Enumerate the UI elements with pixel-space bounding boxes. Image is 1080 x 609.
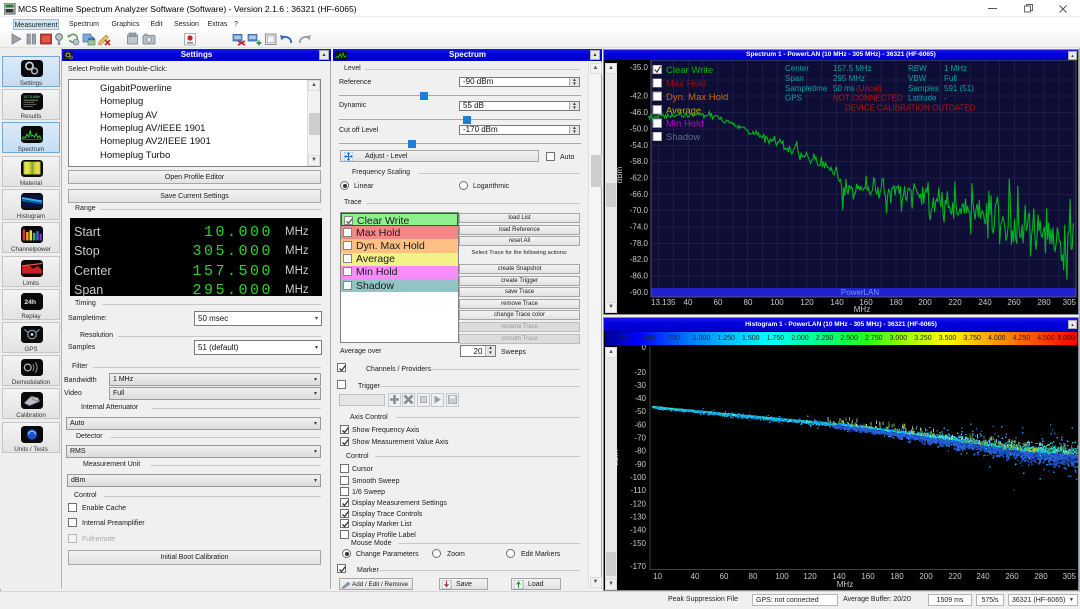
svg-text:Average: Average: [666, 105, 701, 116]
svg-text:-54.0: -54.0: [630, 141, 649, 150]
svg-text:40: 40: [691, 572, 700, 581]
svg-text:-90.0: -90.0: [630, 288, 649, 297]
svg-text:PowerLAN: PowerLAN: [841, 288, 879, 297]
svg-text:-46.0: -46.0: [630, 108, 649, 117]
svg-text:Center: Center: [785, 64, 809, 73]
svg-text:220: 220: [948, 298, 962, 307]
svg-text:260: 260: [1005, 572, 1019, 581]
svg-text:-170: -170: [630, 562, 647, 571]
svg-text:220: 220: [948, 572, 962, 581]
svg-text:200: 200: [918, 298, 932, 307]
svg-text:-70: -70: [634, 434, 646, 443]
svg-text:Shadow: Shadow: [666, 132, 700, 143]
svg-text:Full: Full: [944, 74, 957, 83]
svg-text:-140: -140: [630, 526, 647, 535]
svg-text:-74.0: -74.0: [630, 223, 649, 232]
svg-text:-70.0: -70.0: [630, 206, 649, 215]
svg-text:157.5 MHz: 157.5 MHz: [24, 95, 41, 99]
svg-text:-110: -110: [631, 486, 647, 495]
svg-text:Latitude: Latitude: [908, 94, 937, 103]
svg-text:-62.0: -62.0: [630, 174, 649, 183]
svg-text:RBW: RBW: [908, 64, 927, 73]
svg-text:305: 305: [1063, 572, 1077, 581]
svg-text:0: 0: [642, 345, 647, 352]
svg-text:200: 200: [919, 572, 933, 581]
svg-text:280: 280: [1034, 572, 1048, 581]
svg-text:-78.0: -78.0: [630, 239, 649, 248]
svg-text:-40: -40: [634, 394, 646, 403]
svg-text:180: 180: [890, 572, 904, 581]
svg-text:-: -: [944, 94, 947, 103]
svg-text:-86.0: -86.0: [630, 272, 649, 281]
svg-text:240: 240: [976, 572, 990, 581]
svg-text:Max Hold: Max Hold: [666, 79, 706, 90]
svg-text:-42.0: -42.0: [630, 92, 649, 101]
svg-text:Span: Span: [785, 74, 804, 83]
svg-text:Sampletime: Sampletime: [785, 84, 828, 93]
svg-text:100: 100: [770, 298, 784, 307]
svg-text:180: 180: [889, 298, 903, 307]
svg-text:305: 305: [1063, 298, 1077, 307]
svg-text:157.5 MHz: 157.5 MHz: [833, 64, 872, 73]
svg-text:-50.0: -50.0: [630, 124, 649, 133]
svg-text:60: 60: [720, 572, 729, 581]
svg-text:-90: -90: [634, 460, 646, 469]
svg-text:40: 40: [684, 298, 693, 307]
svg-text:280: 280: [1037, 298, 1051, 307]
svg-text:80: 80: [744, 298, 753, 307]
svg-text:DEVICE CALIBRATION OUTDATED: DEVICE CALIBRATION OUTDATED: [845, 104, 976, 113]
svg-text:-50: -50: [634, 407, 646, 416]
svg-text:295 MHz: 295 MHz: [833, 74, 865, 83]
svg-text:100: 100: [775, 572, 789, 581]
svg-text:50 ms: 50 ms: [833, 84, 855, 93]
svg-text:-58.0: -58.0: [630, 157, 649, 166]
svg-text:80: 80: [749, 572, 758, 581]
svg-text:-20: -20: [634, 368, 646, 377]
svg-text:-130: -130: [630, 513, 647, 522]
svg-text:Samples: Samples: [908, 84, 939, 93]
svg-text:10: 10: [653, 572, 662, 581]
svg-text:120: 120: [803, 572, 817, 581]
svg-text:160: 160: [861, 572, 875, 581]
svg-text:Dyn. Max Hold: Dyn. Max Hold: [666, 92, 728, 103]
svg-text:-30: -30: [634, 381, 646, 390]
svg-text:-60: -60: [634, 420, 646, 429]
svg-text:NOT CONNECTED: NOT CONNECTED: [833, 94, 903, 103]
svg-text:60: 60: [714, 298, 723, 307]
svg-text:-100: -100: [630, 473, 647, 482]
svg-text:VBW: VBW: [908, 74, 927, 83]
svg-text:140: 140: [830, 298, 844, 307]
svg-text:-66.0: -66.0: [630, 190, 649, 199]
svg-text:-80: -80: [634, 447, 646, 456]
svg-text:-120: -120: [630, 499, 647, 508]
svg-text:591 (51): 591 (51): [944, 84, 974, 93]
svg-text:260: 260: [1007, 298, 1021, 307]
svg-text:Min Hold: Min Hold: [666, 119, 704, 130]
svg-text:-82.0: -82.0: [630, 255, 649, 264]
svg-text:240: 240: [978, 298, 992, 307]
svg-text:MHz: MHz: [854, 305, 870, 314]
svg-text:120: 120: [800, 298, 814, 307]
svg-text:-150: -150: [630, 539, 647, 548]
svg-text:24h: 24h: [24, 299, 36, 306]
svg-text:(Uncal): (Uncal): [856, 84, 882, 93]
svg-text:Clear Write: Clear Write: [666, 65, 713, 76]
svg-text:MHz: MHz: [837, 580, 853, 589]
svg-text:13.135: 13.135: [651, 298, 676, 307]
svg-text:-35.0: -35.0: [630, 63, 649, 72]
svg-text:1 MHz: 1 MHz: [944, 64, 967, 73]
svg-text:GPS: GPS: [785, 94, 802, 103]
